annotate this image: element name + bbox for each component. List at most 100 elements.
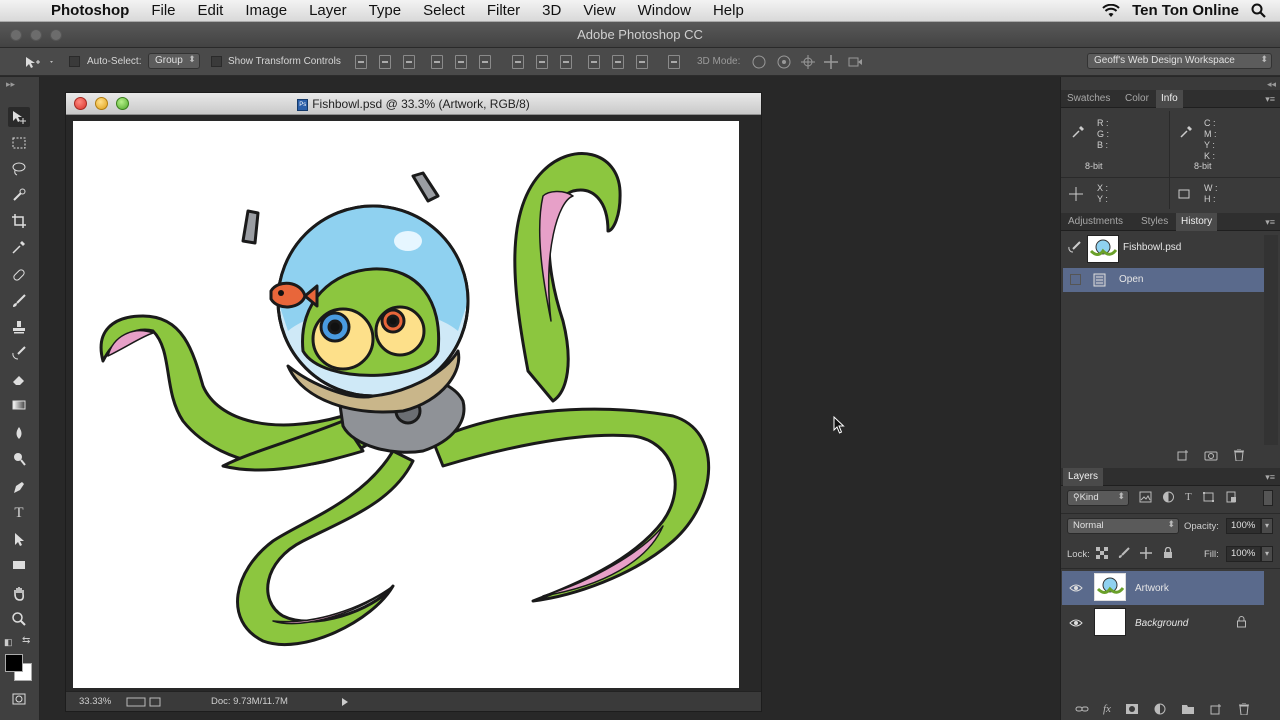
lasso-tool-icon[interactable] xyxy=(8,159,30,179)
layer-row-artwork[interactable]: Artwork xyxy=(1062,571,1264,605)
type-tool-icon[interactable]: T xyxy=(8,503,30,523)
tab-swatches[interactable]: Swatches xyxy=(1067,93,1110,104)
status-menu-arrow-icon[interactable] xyxy=(341,698,349,706)
info-panel-menu-icon[interactable]: ▾≡ xyxy=(1265,94,1275,105)
3d-slide-icon[interactable] xyxy=(822,53,840,71)
align-bottom-icon[interactable] xyxy=(403,55,415,69)
menu-app[interactable]: Photoshop xyxy=(40,2,140,19)
new-adjustment-layer-icon[interactable] xyxy=(1153,703,1167,715)
opacity-slider-toggle[interactable]: ▾ xyxy=(1261,518,1273,534)
move-tool-preset-icon[interactable] xyxy=(22,54,56,70)
zoom-document-button[interactable] xyxy=(116,97,129,110)
tab-layers[interactable]: Layers xyxy=(1063,468,1104,486)
3d-roll-icon[interactable] xyxy=(775,53,793,71)
blend-mode-dropdown[interactable]: Normal xyxy=(1067,518,1179,534)
rgb-eyedropper-icon[interactable] xyxy=(1071,125,1085,139)
fill-field[interactable]: 100% xyxy=(1226,546,1261,562)
filter-type-icon[interactable]: T xyxy=(1185,491,1192,503)
close-document-button[interactable] xyxy=(74,97,87,110)
marquee-tool-icon[interactable] xyxy=(8,133,30,153)
history-state-checkbox[interactable] xyxy=(1070,274,1081,285)
delete-state-icon[interactable] xyxy=(1232,449,1246,461)
brush-tool-icon[interactable] xyxy=(8,291,30,311)
link-layers-icon[interactable] xyxy=(1075,703,1089,715)
menu-window[interactable]: Window xyxy=(627,2,702,19)
menu-help[interactable]: Help xyxy=(702,2,755,19)
menu-type[interactable]: Type xyxy=(358,2,413,19)
eraser-tool-icon[interactable] xyxy=(8,369,30,389)
history-scrollbar[interactable] xyxy=(1264,235,1278,445)
filter-pixel-icon[interactable] xyxy=(1139,491,1152,503)
layer-style-fx-icon[interactable]: fx xyxy=(1103,703,1111,715)
create-snapshot-icon[interactable] xyxy=(1204,449,1218,461)
dodge-tool-icon[interactable] xyxy=(8,449,30,469)
history-brush-source-icon[interactable] xyxy=(1068,241,1082,253)
blur-tool-icon[interactable] xyxy=(8,423,30,443)
delete-layer-icon[interactable] xyxy=(1237,703,1251,715)
document-canvas[interactable] xyxy=(73,121,739,688)
default-colors-icon[interactable]: ◧ xyxy=(4,637,13,648)
workspace-switcher[interactable]: Geoff's Web Design Workspace xyxy=(1087,53,1272,69)
new-layer-icon[interactable] xyxy=(1209,703,1223,715)
zoom-level[interactable]: 33.33% xyxy=(79,696,111,707)
menu-file[interactable]: File xyxy=(140,2,186,19)
clone-stamp-tool-icon[interactable] xyxy=(8,317,30,337)
filter-adjustment-icon[interactable] xyxy=(1162,491,1175,503)
distribute-bottom-icon[interactable] xyxy=(560,55,572,69)
tab-styles[interactable]: Styles xyxy=(1141,216,1168,227)
filter-smart-object-icon[interactable] xyxy=(1225,491,1238,503)
layer-visibility-eye-icon[interactable] xyxy=(1069,583,1083,593)
quick-mask-icon[interactable] xyxy=(8,689,30,709)
history-snapshot[interactable]: Fishbowl.psd xyxy=(1063,235,1264,263)
quick-selection-tool-icon[interactable] xyxy=(8,185,30,205)
user-name[interactable]: Ten Ton Online xyxy=(1132,2,1239,19)
menu-filter[interactable]: Filter xyxy=(476,2,531,19)
menu-layer[interactable]: Layer xyxy=(298,2,358,19)
align-left-icon[interactable] xyxy=(431,55,443,69)
menu-edit[interactable]: Edit xyxy=(187,2,235,19)
foreground-color-swatch[interactable] xyxy=(5,654,23,672)
collapse-toolbar-icon[interactable]: ▸▸ xyxy=(6,79,15,90)
lock-transparent-pixels-icon[interactable] xyxy=(1096,547,1108,559)
align-right-icon[interactable] xyxy=(479,55,491,69)
distribute-left-icon[interactable] xyxy=(588,55,600,69)
crop-tool-icon[interactable] xyxy=(8,211,30,231)
collapse-panels-icon[interactable]: ◂◂ xyxy=(1267,79,1276,90)
layer-name-background[interactable]: Background xyxy=(1135,618,1188,629)
cmyk-eyedropper-icon[interactable] xyxy=(1179,125,1193,139)
wifi-icon[interactable] xyxy=(1102,3,1120,18)
filter-toggle-switch[interactable] xyxy=(1263,490,1273,506)
hand-tool-icon[interactable] xyxy=(8,583,30,603)
path-selection-tool-icon[interactable] xyxy=(8,529,30,549)
layer-filter-kind[interactable]: ⚲Kind xyxy=(1067,490,1129,506)
3d-pan-icon[interactable] xyxy=(799,53,817,71)
pen-tool-icon[interactable] xyxy=(8,477,30,497)
auto-align-icon[interactable] xyxy=(668,55,680,69)
tab-history[interactable]: History xyxy=(1176,213,1218,231)
layer-visibility-eye-icon[interactable] xyxy=(1069,618,1083,628)
gradient-tool-icon[interactable] xyxy=(8,395,30,415)
layer-row-background[interactable]: Background xyxy=(1062,606,1264,640)
swap-colors-icon[interactable]: ⇆ xyxy=(22,635,30,646)
distribute-right-icon[interactable] xyxy=(636,55,648,69)
layer-name-artwork[interactable]: Artwork xyxy=(1135,583,1169,594)
align-vertical-center-icon[interactable] xyxy=(379,55,391,69)
distribute-horizontal-icon[interactable] xyxy=(612,55,624,69)
align-top-icon[interactable] xyxy=(355,55,367,69)
zoom-tool-icon[interactable] xyxy=(8,609,30,629)
move-tool-icon[interactable] xyxy=(8,107,30,127)
align-horizontal-center-icon[interactable] xyxy=(455,55,467,69)
lock-image-pixels-icon[interactable] xyxy=(1118,547,1130,559)
menu-image[interactable]: Image xyxy=(234,2,298,19)
history-state-open[interactable]: Open xyxy=(1063,268,1264,292)
filter-shape-icon[interactable] xyxy=(1202,491,1215,503)
rectangle-tool-icon[interactable] xyxy=(8,555,30,575)
add-layer-mask-icon[interactable] xyxy=(1125,703,1139,715)
opacity-field[interactable]: 100% xyxy=(1226,518,1261,534)
new-document-from-state-icon[interactable] xyxy=(1176,449,1190,461)
history-brush-tool-icon[interactable] xyxy=(8,343,30,363)
3d-scale-icon[interactable] xyxy=(846,53,864,71)
new-group-folder-icon[interactable] xyxy=(1181,703,1195,715)
tab-info[interactable]: Info xyxy=(1156,90,1183,108)
auto-select-checkbox[interactable] xyxy=(69,56,80,67)
